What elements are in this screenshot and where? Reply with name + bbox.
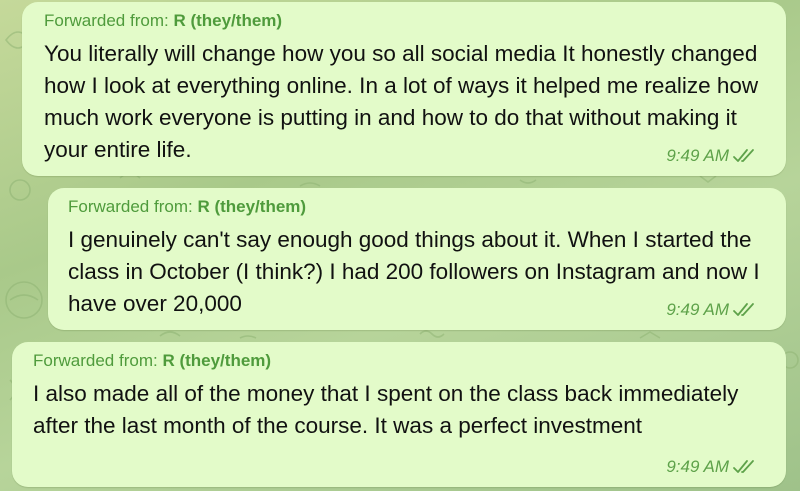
message-time: 9:49 AM <box>666 457 729 476</box>
forwarded-sender-name[interactable]: R (they/them) <box>173 11 282 30</box>
forwarded-sender-name[interactable]: R (they/them) <box>162 351 271 370</box>
message-meta: 9:49 AM <box>666 457 756 477</box>
message-meta: 9:49 AM <box>666 146 756 166</box>
message-text: I also made all of the money that I spen… <box>33 381 739 438</box>
forwarded-sender-name[interactable]: R (they/them) <box>197 197 306 216</box>
forwarded-label: Forwarded from: <box>44 11 174 30</box>
forwarded-header[interactable]: Forwarded from: R (they/them) <box>68 196 762 218</box>
message-time: 9:49 AM <box>666 146 729 165</box>
message-bubble[interactable]: Forwarded from: R (they/them) I genuinel… <box>48 188 786 330</box>
double-check-icon <box>732 148 756 164</box>
forwarded-header[interactable]: Forwarded from: R (they/them) <box>44 10 762 32</box>
double-check-icon <box>732 459 756 475</box>
message-text: You literally will change how you so all… <box>44 41 759 162</box>
message-bubble[interactable]: Forwarded from: R (they/them) I also mad… <box>12 342 786 487</box>
forwarded-label: Forwarded from: <box>33 351 163 370</box>
message-time: 9:49 AM <box>666 300 729 319</box>
forwarded-label: Forwarded from: <box>68 197 198 216</box>
double-check-icon <box>732 302 756 318</box>
forwarded-header[interactable]: Forwarded from: R (they/them) <box>33 350 762 372</box>
message-meta: 9:49 AM <box>666 300 756 320</box>
message-bubble[interactable]: Forwarded from: R (they/them) You litera… <box>22 2 786 176</box>
